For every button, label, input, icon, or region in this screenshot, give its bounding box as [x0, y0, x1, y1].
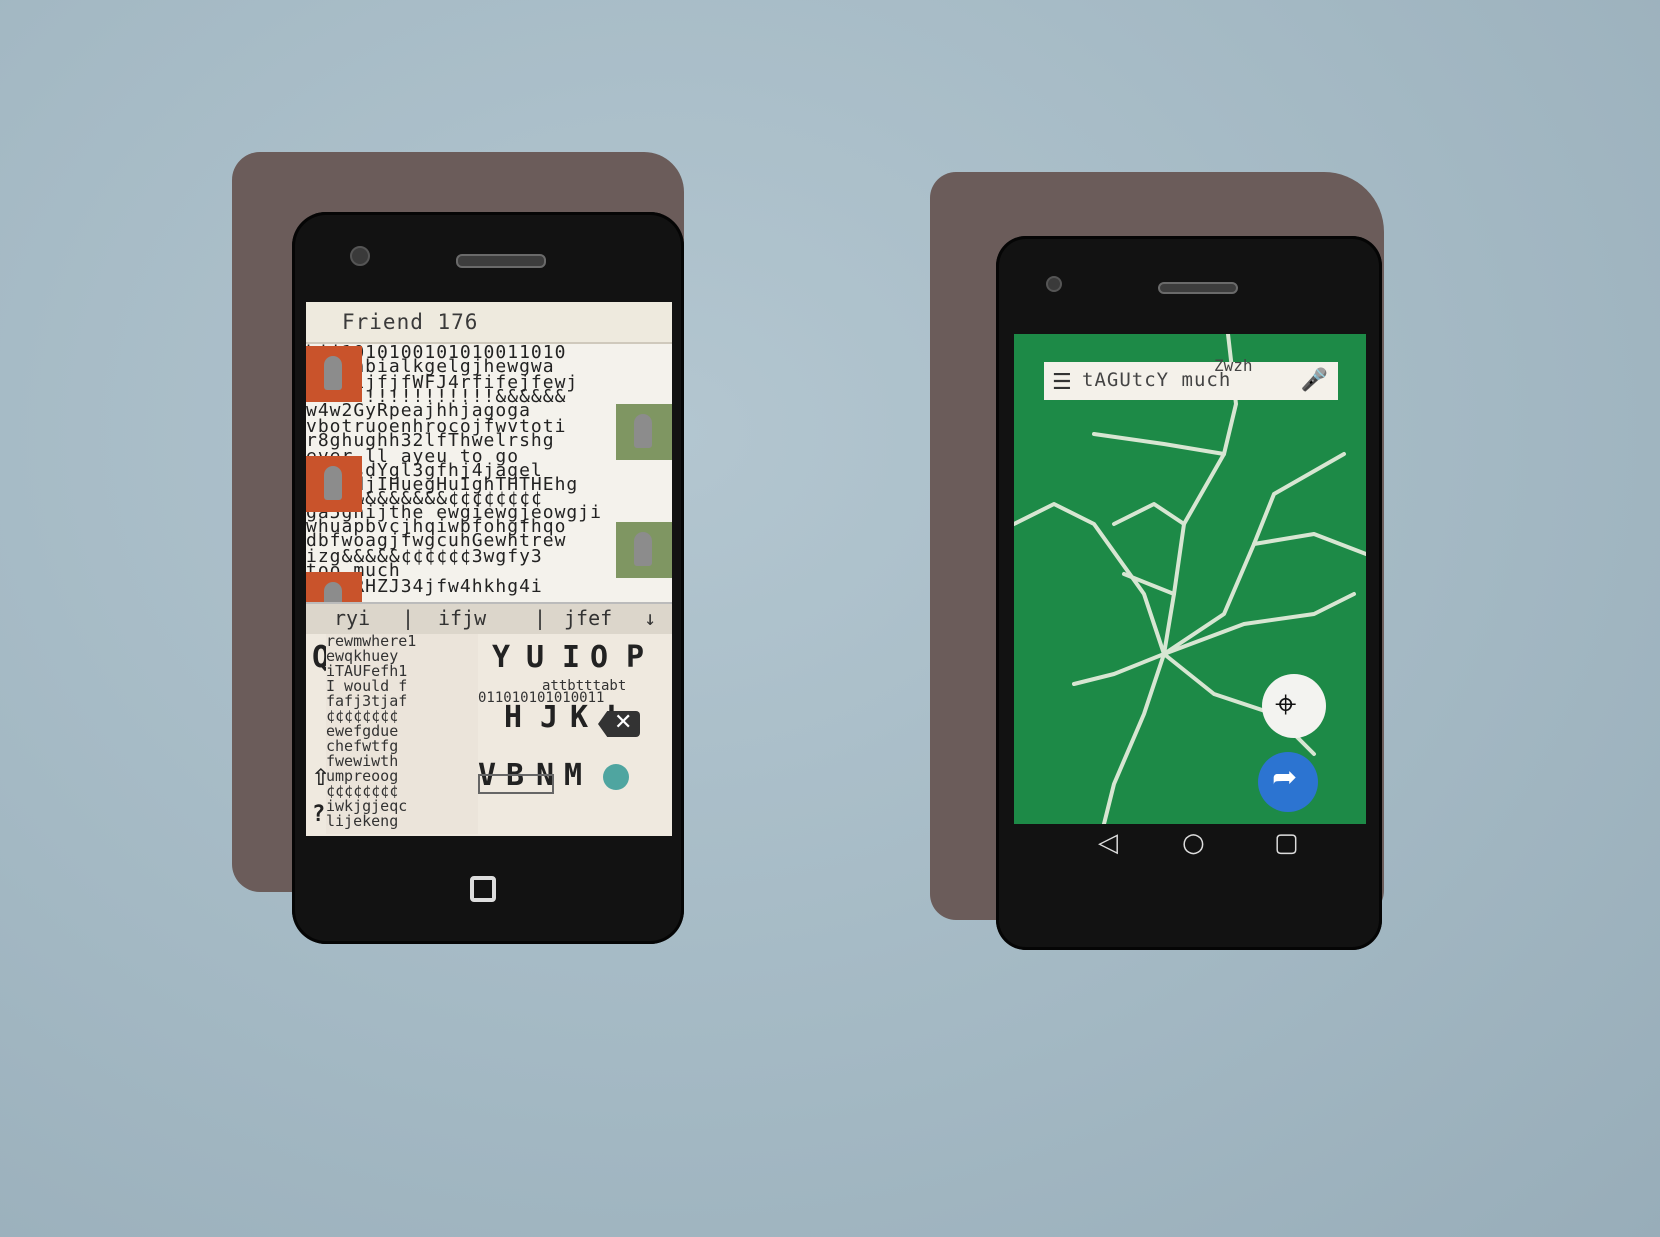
suggestion-item[interactable]: ryi: [334, 606, 370, 630]
search-query-overlay: Zwzh: [1214, 356, 1253, 375]
crosshair-icon: ⌖: [1275, 682, 1297, 726]
globe-icon[interactable]: [603, 764, 629, 790]
contact-avatar: [306, 456, 362, 512]
directions-icon: ➦: [1272, 760, 1298, 795]
speaker-grille: [1158, 282, 1238, 294]
map-roads: [1014, 334, 1366, 824]
front-camera-icon: [350, 246, 370, 266]
key-u[interactable]: U: [526, 640, 544, 675]
key-o[interactable]: O: [590, 640, 608, 675]
front-camera-icon: [1046, 276, 1062, 292]
message-thread[interactable]: hij1010100101010011010 eghghbialkgelgjhe…: [306, 344, 672, 602]
my-location-button[interactable]: ⌖: [1262, 674, 1326, 738]
directions-button[interactable]: ➦: [1258, 752, 1318, 812]
speaker-grille: [456, 254, 546, 268]
suggestion-item[interactable]: jfef: [564, 606, 612, 630]
suggestion-item[interactable]: ifjw: [438, 606, 486, 630]
suggestion-bar: ryi | ifjw | jfef ↓: [306, 602, 672, 636]
map-search-bar[interactable]: ☰ tAGUtcY much Zwzh 🎤: [1044, 356, 1338, 400]
keyboard-collage-text: rewmwhere1 ewqkhuey iTAUFefh1 I would f …: [326, 634, 478, 834]
home-icon[interactable]: ○: [1182, 828, 1205, 858]
mic-icon[interactable]: 🎤: [1301, 368, 1328, 393]
scrawl-line: lijekeng: [326, 812, 399, 830]
suggestion-divider: |: [402, 606, 415, 630]
key-p[interactable]: P: [626, 640, 644, 675]
back-icon[interactable]: ◁: [1098, 828, 1118, 858]
collapse-arrow-icon[interactable]: ↓: [644, 606, 656, 630]
delete-icon: ✕: [614, 710, 633, 735]
recent-apps-icon[interactable]: ▢: [1274, 828, 1299, 858]
contact-avatar: [616, 522, 672, 578]
search-query[interactable]: tAGUtcY much: [1082, 369, 1231, 391]
chat-title: Friend 176: [342, 310, 479, 334]
space-bar[interactable]: [478, 774, 554, 794]
menu-icon[interactable]: ☰: [1052, 370, 1072, 395]
messaging-screen: Friend 176 hij1010100101010011010 eghghb…: [306, 302, 672, 836]
key-i[interactable]: I: [562, 640, 580, 675]
key-y[interactable]: Y: [492, 640, 510, 675]
keyboard-collage-text: attbtttabt: [542, 678, 627, 694]
contact-avatar: [306, 572, 362, 602]
contact-avatar: [616, 404, 672, 460]
suggestion-divider: |: [534, 606, 547, 630]
key-m[interactable]: M: [564, 758, 582, 793]
contact-avatar: [306, 346, 362, 402]
map-view[interactable]: [1014, 334, 1366, 824]
chat-header: Friend 176: [306, 302, 672, 344]
home-button[interactable]: [470, 876, 496, 902]
android-nav-bar: ◁ ○ ▢: [1014, 824, 1366, 868]
